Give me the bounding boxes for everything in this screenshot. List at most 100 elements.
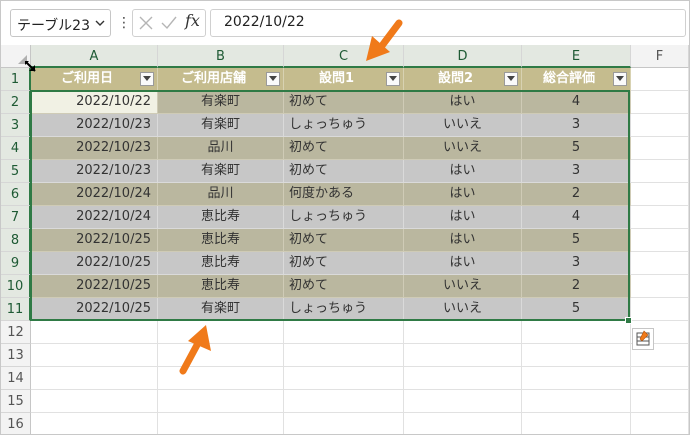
empty-cell[interactable] <box>631 229 689 252</box>
empty-cell[interactable] <box>284 413 404 434</box>
table-cell[interactable]: 恵比寿 <box>158 229 284 252</box>
row-header-11[interactable]: 11 <box>1 298 31 321</box>
table-cell[interactable]: いいえ <box>404 298 522 321</box>
table-cell[interactable]: 初めて <box>284 91 404 114</box>
table-cell[interactable]: 4 <box>522 91 631 114</box>
empty-cell[interactable] <box>631 183 689 206</box>
empty-cell[interactable] <box>158 413 284 434</box>
empty-cell[interactable] <box>284 390 404 413</box>
name-box[interactable]: テーブル23 <box>10 9 111 37</box>
row-header-14[interactable]: 14 <box>1 367 31 390</box>
empty-cell[interactable] <box>631 206 689 229</box>
empty-cell[interactable] <box>404 344 522 367</box>
table-cell[interactable]: 何度かある <box>284 183 404 206</box>
table-cell[interactable]: 恵比寿 <box>158 206 284 229</box>
empty-cell[interactable] <box>31 321 158 344</box>
column-header-e[interactable]: E <box>522 45 631 68</box>
empty-cell[interactable] <box>631 91 689 114</box>
table-cell[interactable]: はい <box>404 160 522 183</box>
empty-cell[interactable] <box>522 367 631 390</box>
table-cell[interactable]: 2 <box>522 183 631 206</box>
table-cell[interactable]: 品川 <box>158 183 284 206</box>
table-cell[interactable]: はい <box>404 206 522 229</box>
table-cell[interactable]: いいえ <box>404 114 522 137</box>
table-cell[interactable]: はい <box>404 229 522 252</box>
fill-handle[interactable] <box>625 317 632 324</box>
row-header-7[interactable]: 7 <box>1 206 31 229</box>
table-cell[interactable]: 2022/10/23 <box>31 114 158 137</box>
empty-cell[interactable] <box>631 252 689 275</box>
quick-analysis-icon[interactable] <box>632 328 654 350</box>
row-header-13[interactable]: 13 <box>1 344 31 367</box>
row-header-6[interactable]: 6 <box>1 183 31 206</box>
empty-cell[interactable] <box>631 275 689 298</box>
empty-cell[interactable] <box>284 321 404 344</box>
table-header-cell[interactable]: 設問2 <box>404 68 522 91</box>
table-cell[interactable]: 4 <box>522 206 631 229</box>
table-cell[interactable]: 2022/10/25 <box>31 298 158 321</box>
row-header-2[interactable]: 2 <box>1 91 31 114</box>
table-cell[interactable]: 有楽町 <box>158 114 284 137</box>
chevron-down-icon[interactable] <box>94 17 106 29</box>
table-cell[interactable]: 有楽町 <box>158 91 284 114</box>
table-cell[interactable]: 初めて <box>284 137 404 160</box>
table-cell[interactable]: 2022/10/25 <box>31 229 158 252</box>
empty-cell[interactable] <box>631 160 689 183</box>
empty-cell[interactable] <box>522 344 631 367</box>
empty-cell[interactable] <box>631 367 689 390</box>
column-header-b[interactable]: B <box>158 45 284 68</box>
more-options-icon[interactable]: ⋮ <box>117 10 131 36</box>
table-cell[interactable]: 2 <box>522 275 631 298</box>
table-header-cell[interactable]: ご利用店舗 <box>158 68 284 91</box>
empty-cell[interactable] <box>404 390 522 413</box>
empty-cell[interactable] <box>631 114 689 137</box>
row-header-8[interactable]: 8 <box>1 229 31 252</box>
row-header-5[interactable]: 5 <box>1 160 31 183</box>
table-cell[interactable]: いいえ <box>404 275 522 298</box>
table-cell[interactable]: 3 <box>522 252 631 275</box>
row-header-9[interactable]: 9 <box>1 252 31 275</box>
table-cell[interactable]: 初めて <box>284 160 404 183</box>
table-cell[interactable]: 2022/10/24 <box>31 183 158 206</box>
empty-cell[interactable] <box>404 413 522 434</box>
empty-cell[interactable] <box>284 367 404 390</box>
filter-dropdown-icon[interactable] <box>613 72 627 86</box>
table-cell[interactable]: 有楽町 <box>158 160 284 183</box>
formula-input[interactable]: 2022/10/22 <box>210 9 686 37</box>
cancel-icon[interactable] <box>139 16 153 30</box>
table-cell[interactable]: 2022/10/23 <box>31 160 158 183</box>
table-cell[interactable]: 初めて <box>284 229 404 252</box>
table-cell[interactable]: 2022/10/22 <box>31 91 158 114</box>
table-header-cell[interactable]: 総合評価 <box>522 68 631 91</box>
table-cell[interactable]: 2022/10/23 <box>31 137 158 160</box>
insert-function-button[interactable]: fx <box>185 11 200 30</box>
empty-cell[interactable] <box>284 344 404 367</box>
table-cell[interactable]: 3 <box>522 160 631 183</box>
table-cell[interactable]: 恵比寿 <box>158 252 284 275</box>
empty-cell[interactable] <box>631 137 689 160</box>
empty-cell[interactable] <box>404 367 522 390</box>
enter-check-icon[interactable] <box>161 16 177 30</box>
empty-cell[interactable] <box>31 344 158 367</box>
empty-cell[interactable] <box>522 413 631 434</box>
empty-cell[interactable] <box>631 413 689 434</box>
row-header-3[interactable]: 3 <box>1 114 31 137</box>
filter-dropdown-icon[interactable] <box>140 72 154 86</box>
table-cell[interactable]: 2022/10/25 <box>31 275 158 298</box>
table-cell[interactable]: 3 <box>522 114 631 137</box>
row-header-4[interactable]: 4 <box>1 137 31 160</box>
row-header-15[interactable]: 15 <box>1 390 31 413</box>
filter-dropdown-icon[interactable] <box>504 72 518 86</box>
table-header-cell[interactable]: ご利用日 <box>31 68 158 91</box>
column-header-a[interactable]: A <box>31 45 158 68</box>
table-cell[interactable]: 初めて <box>284 252 404 275</box>
table-cell[interactable]: 5 <box>522 298 631 321</box>
table-cell[interactable]: 品川 <box>158 137 284 160</box>
filter-dropdown-icon[interactable] <box>386 72 400 86</box>
table-cell[interactable]: はい <box>404 252 522 275</box>
empty-cell[interactable] <box>404 321 522 344</box>
table-cell[interactable]: はい <box>404 183 522 206</box>
empty-cell[interactable] <box>631 298 689 321</box>
table-cell[interactable]: 有楽町 <box>158 298 284 321</box>
filter-dropdown-icon[interactable] <box>266 72 280 86</box>
